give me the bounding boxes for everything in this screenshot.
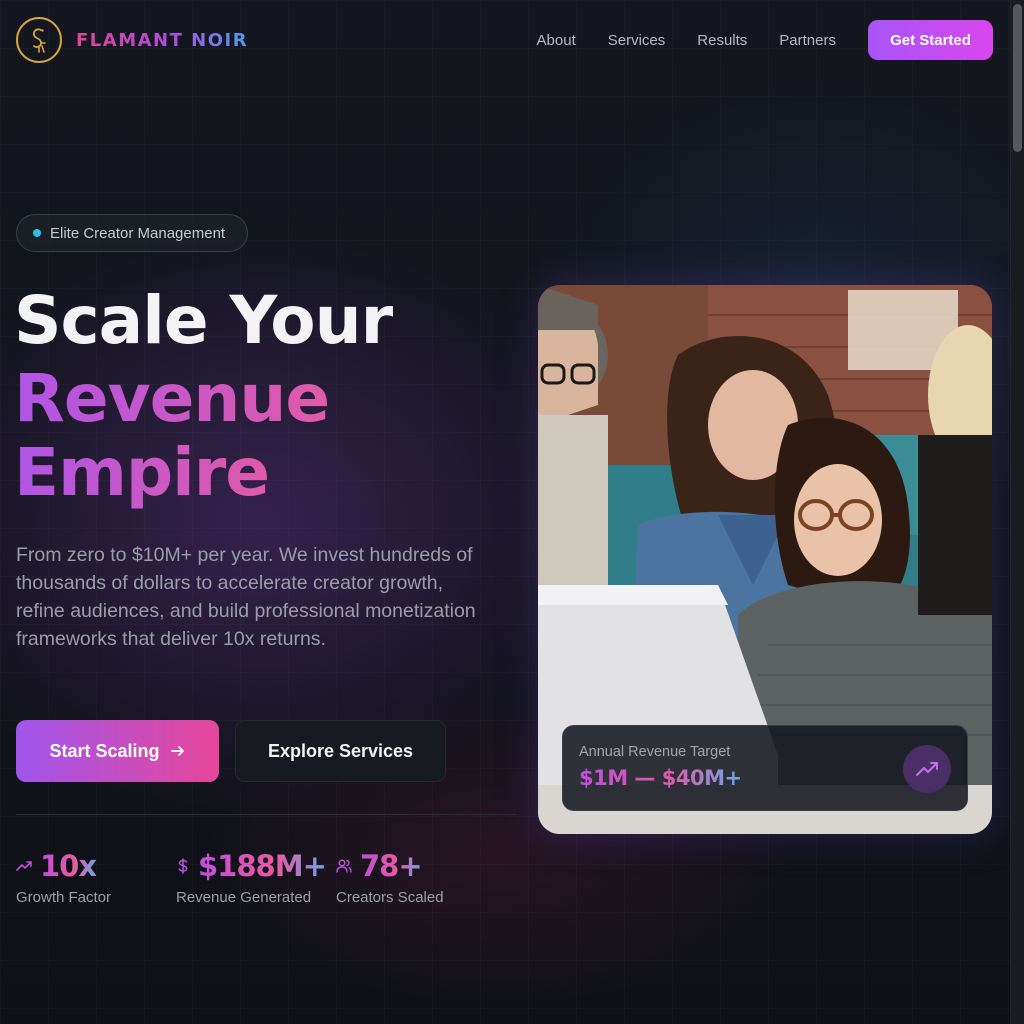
nav-link-services[interactable]: Services: [608, 32, 666, 49]
revenue-target-value: $1M — $40M+: [579, 766, 742, 790]
hero-badge-label: Elite Creator Management: [50, 224, 226, 242]
stat-growth-factor: 10x Growth Factor: [16, 846, 111, 906]
hero-title-line2: Revenue: [14, 360, 330, 437]
nav-link-about[interactable]: About: [537, 32, 576, 49]
trending-up-icon: [903, 745, 951, 793]
stat-label: Creators Scaled: [336, 889, 444, 906]
hero-title-line1: Scale Your: [14, 282, 393, 359]
brand-name[interactable]: FLAMANT NOIR: [76, 30, 248, 51]
revenue-target-label: Annual Revenue Target: [579, 744, 731, 760]
status-dot-icon: [33, 229, 41, 237]
page-scrollbar[interactable]: [1010, 0, 1024, 1024]
trending-up-icon: [16, 860, 32, 872]
start-scaling-label: Start Scaling: [49, 740, 160, 761]
revenue-target-overlay: Annual Revenue Target $1M — $40M+: [562, 725, 968, 811]
hero-title-line3: Empire: [14, 434, 270, 511]
hero-badge: Elite Creator Management: [16, 214, 248, 252]
stat-revenue-generated: $188M+ Revenue Generated: [176, 846, 327, 906]
nav-link-partners[interactable]: Partners: [779, 32, 836, 49]
stat-value: 78+: [360, 849, 423, 883]
explore-services-button[interactable]: Explore Services: [235, 720, 446, 782]
arrow-right-icon: [170, 746, 184, 756]
hero-image-card: Annual Revenue Target $1M — $40M+: [538, 285, 992, 834]
get-started-button[interactable]: Get Started: [868, 20, 993, 60]
stat-creators-scaled: 78+ Creators Scaled: [336, 846, 444, 906]
stats-divider: [16, 814, 516, 815]
nav-link-results[interactable]: Results: [697, 32, 747, 49]
stat-value: 10x: [40, 849, 97, 883]
stat-value: $188M+: [198, 849, 327, 883]
scrollbar-thumb[interactable]: [1013, 4, 1022, 152]
users-icon: [336, 859, 352, 873]
main-nav: About Services Results Partners Get Star…: [537, 20, 993, 60]
start-scaling-button[interactable]: Start Scaling: [16, 720, 219, 782]
stat-label: Revenue Generated: [176, 889, 312, 906]
site-header: FLAMANT NOIR About Services Results Part…: [16, 17, 993, 63]
stat-label: Growth Factor: [16, 889, 112, 906]
flamingo-logo-icon[interactable]: [16, 17, 62, 63]
dollar-icon: [176, 858, 190, 874]
hero-subtitle: From zero to $10M+ per year. We invest h…: [16, 544, 476, 650]
